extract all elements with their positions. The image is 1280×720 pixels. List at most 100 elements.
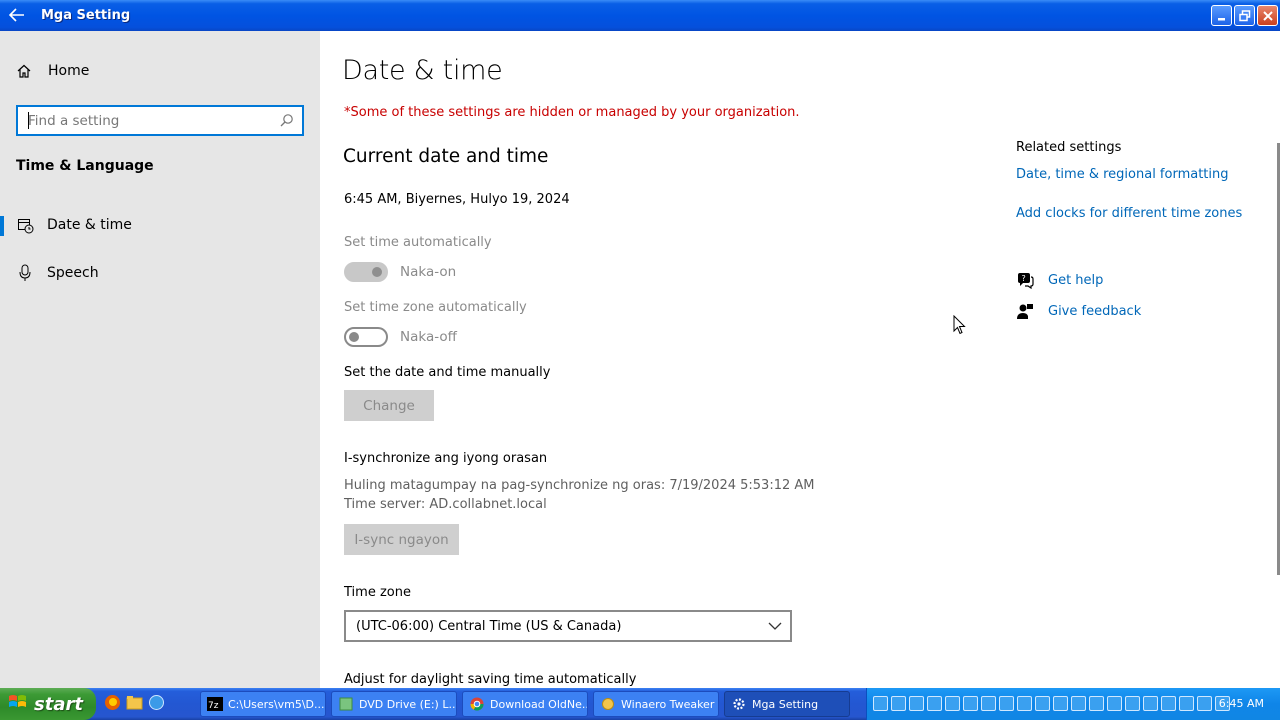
page-title: Date & time — [342, 55, 503, 86]
time-zone-select[interactable]: (UTC-06:00) Central Time (US & Canada) — [344, 610, 792, 642]
folder-icon[interactable] — [126, 694, 143, 711]
set-time-auto-label: Set time automatically — [344, 235, 492, 250]
change-button[interactable]: Change — [344, 390, 434, 421]
sync-last-success: Huling matagumpay na pag-synchronize ng … — [344, 478, 815, 493]
quick-launch — [104, 694, 165, 711]
tray-app-icon[interactable] — [963, 696, 978, 711]
tray-app-icon[interactable] — [981, 696, 996, 711]
tray-icons — [873, 696, 1230, 711]
home-nav[interactable]: Home — [16, 63, 89, 79]
back-button[interactable] — [6, 4, 28, 26]
set-tz-auto-state: Naka-off — [400, 329, 457, 345]
gear-icon — [731, 696, 747, 712]
main-content: Date & time *Some of these settings are … — [320, 31, 1280, 688]
svg-text:?: ? — [1022, 274, 1026, 283]
winaero-icon — [600, 696, 616, 712]
monitor-icon[interactable] — [1179, 696, 1194, 711]
get-help-link[interactable]: ? Get help — [1016, 272, 1103, 289]
home-label: Home — [48, 63, 90, 79]
system-tray: 6:45 AM — [866, 688, 1280, 720]
taskbar-item-label: Winaero Tweaker — [621, 697, 715, 711]
network-icon[interactable] — [891, 696, 906, 711]
tray-app-icon[interactable] — [999, 696, 1014, 711]
feedback-person-icon — [1016, 303, 1034, 320]
tray-app-icon[interactable] — [1143, 696, 1158, 711]
section-title: Time & Language — [16, 158, 154, 174]
taskbar-item-7zip[interactable]: 7z C:\Users\vm5\D... — [200, 691, 326, 717]
tray-app-icon[interactable] — [1161, 696, 1176, 711]
time-zone-value: (UTC-06:00) Central Time (US & Canada) — [356, 618, 622, 634]
browser-icon[interactable] — [148, 694, 165, 711]
taskbar-item-label: Download OldNe... — [490, 697, 588, 711]
home-icon — [17, 64, 31, 78]
toggle-knob — [372, 267, 382, 277]
regional-formatting-link[interactable]: Date, time & regional formatting — [1016, 167, 1229, 182]
taskbar-item-label: Mga Setting — [752, 697, 819, 711]
close-icon — [1262, 10, 1273, 21]
dst-label: Adjust for daylight saving time automati… — [344, 672, 637, 687]
sync-time-server: Time server: AD.collabnet.local — [344, 497, 547, 512]
sync-header: I-synchronize ang iyong orasan — [344, 451, 548, 466]
search-icon[interactable] — [279, 113, 294, 132]
manual-date-time-label: Set the date and time manually — [344, 365, 551, 380]
tray-app-icon[interactable] — [1071, 696, 1086, 711]
managed-notice: *Some of these settings are hidden or ma… — [344, 105, 800, 120]
title-bar: Mga Setting — [0, 0, 1280, 31]
volume-icon[interactable] — [1197, 696, 1212, 711]
set-time-auto-toggle[interactable] — [344, 262, 388, 282]
start-label: start — [34, 693, 83, 715]
add-clocks-link[interactable]: Add clocks for different time zones — [1016, 206, 1242, 221]
tray-app-icon[interactable] — [1107, 696, 1122, 711]
set-tz-auto-label: Set time zone automatically — [344, 300, 527, 315]
restore-button[interactable] — [1234, 5, 1255, 26]
7zip-icon: 7z — [207, 696, 223, 712]
taskbar-item-dvd-drive[interactable]: DVD Drive (E:) L... — [331, 691, 457, 717]
taskbar-item-settings[interactable]: Mga Setting — [724, 691, 850, 717]
sidebar-item-label: Date & time — [47, 217, 132, 233]
sync-now-button[interactable]: I-sync ngayon — [344, 524, 459, 555]
shield-icon[interactable] — [873, 696, 888, 711]
calendar-clock-icon — [16, 217, 34, 234]
sidebar-item-speech[interactable]: Speech — [0, 254, 320, 292]
chevron-down-icon — [768, 620, 782, 635]
current-datetime: 6:45 AM, Biyernes, Hulyo 19, 2024 — [344, 192, 570, 207]
tray-app-icon[interactable] — [1017, 696, 1032, 711]
tray-app-icon[interactable] — [1089, 696, 1104, 711]
tray-app-icon[interactable] — [945, 696, 960, 711]
window-title: Mga Setting — [41, 8, 131, 23]
taskbar-item-label: DVD Drive (E:) L... — [359, 697, 457, 711]
windows-flag-icon — [8, 693, 28, 716]
current-date-time-header: Current date and time — [343, 146, 549, 167]
window-icon[interactable] — [927, 696, 942, 711]
sidebar-item-label: Speech — [47, 265, 99, 281]
mouse-cursor-icon — [953, 314, 966, 339]
chat-help-icon: ? — [1016, 272, 1034, 289]
set-tz-auto-toggle[interactable] — [344, 327, 388, 347]
search-box[interactable] — [16, 105, 304, 136]
give-feedback-link[interactable]: Give feedback — [1016, 303, 1141, 320]
magnifier-icon[interactable] — [909, 696, 924, 711]
toggle-knob — [349, 332, 359, 342]
search-input[interactable] — [18, 107, 268, 134]
svg-text:7z: 7z — [208, 701, 219, 711]
give-feedback-label: Give feedback — [1048, 304, 1142, 319]
related-settings-title: Related settings — [1016, 140, 1122, 155]
start-button[interactable]: start — [0, 688, 96, 720]
set-time-auto-state: Naka-on — [400, 264, 457, 280]
minimize-button[interactable] — [1211, 5, 1232, 26]
sidebar-item-date-time[interactable]: Date & time — [0, 206, 320, 244]
firefox-icon[interactable] — [104, 694, 121, 711]
microphone-icon — [16, 264, 34, 282]
tray-app-icon[interactable] — [1035, 696, 1050, 711]
time-zone-label: Time zone — [344, 585, 411, 600]
chrome-icon — [469, 696, 485, 712]
get-help-label: Get help — [1048, 273, 1104, 288]
restore-icon — [1238, 9, 1250, 21]
taskbar-item-chrome[interactable]: Download OldNe... — [462, 691, 588, 717]
taskbar-clock[interactable]: 6:45 AM — [1219, 697, 1264, 710]
tray-app-icon[interactable] — [1125, 696, 1140, 711]
close-button[interactable] — [1257, 5, 1278, 26]
taskbar-item-winaero[interactable]: Winaero Tweaker — [593, 691, 719, 717]
tray-app-icon[interactable] — [1053, 696, 1068, 711]
sidebar: Home Time & Language Date & time Speech — [0, 31, 320, 688]
